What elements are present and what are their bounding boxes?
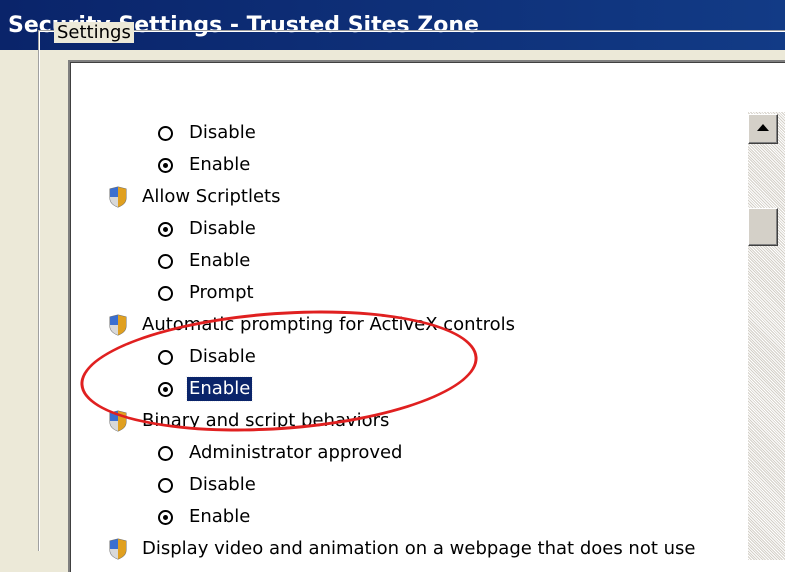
scroll-up-arrow-icon xyxy=(757,124,769,131)
security-shield-icon xyxy=(109,186,127,208)
radio-button-unchecked[interactable] xyxy=(158,125,173,141)
option-row-enable[interactable]: Enable xyxy=(158,246,252,276)
radio-button-unchecked[interactable] xyxy=(158,285,173,301)
option-label: Prompt xyxy=(189,282,254,303)
radio-button-checked[interactable] xyxy=(158,157,173,173)
category-label: Allow Scriptlets xyxy=(142,186,281,207)
settings-group-label: Settings xyxy=(54,22,134,43)
category-row-allow-scriptlets: Allow Scriptlets xyxy=(108,182,283,212)
option-row-disable[interactable]: Disable xyxy=(158,118,258,148)
option-row-prompt[interactable]: Prompt xyxy=(158,278,256,308)
option-row-disable[interactable]: Disable xyxy=(158,214,258,244)
option-label: Disable xyxy=(189,474,256,495)
radio-button-unchecked[interactable] xyxy=(158,253,173,269)
radio-button-unchecked[interactable] xyxy=(158,477,173,493)
radio-button-unchecked[interactable] xyxy=(158,445,173,461)
settings-tree-list[interactable]: Disable Enable Allow Scriptlets Disable … xyxy=(68,60,785,572)
option-label: Enable xyxy=(189,154,251,175)
scroll-up-button[interactable] xyxy=(748,114,778,144)
radio-button-checked[interactable] xyxy=(158,509,173,525)
scrollbar-thumb[interactable] xyxy=(748,208,778,246)
option-row-disable[interactable]: Disable xyxy=(158,342,258,372)
category-label: Automatic prompting for ActiveX controls xyxy=(142,314,516,335)
option-label-selected: Enable xyxy=(185,376,254,402)
option-label: Disable xyxy=(189,218,256,239)
option-row-disable[interactable]: Disable xyxy=(158,470,258,500)
vertical-scrollbar[interactable] xyxy=(748,112,785,560)
option-row-enable[interactable]: Enable xyxy=(158,502,252,532)
category-row-activex-prompting: Automatic prompting for ActiveX controls xyxy=(108,310,517,340)
option-label: Disable xyxy=(189,122,256,143)
option-label: Enable xyxy=(189,250,251,271)
category-row-binary-script-behaviors: Binary and script behaviors xyxy=(108,406,391,436)
option-row-enable[interactable]: Enable xyxy=(158,150,252,180)
radio-button-checked[interactable] xyxy=(158,221,173,237)
category-label: Binary and script behaviors xyxy=(142,410,390,431)
security-shield-icon xyxy=(109,314,127,336)
option-label: Disable xyxy=(189,346,256,367)
category-label: Display video and animation on a webpage… xyxy=(142,538,696,559)
security-shield-icon xyxy=(109,410,127,432)
option-label: Administrator approved xyxy=(189,442,403,463)
radio-button-unchecked[interactable] xyxy=(158,349,173,365)
option-row-administrator-approved[interactable]: Administrator approved xyxy=(158,438,404,468)
radio-button-checked[interactable] xyxy=(158,381,173,397)
security-shield-icon xyxy=(109,538,127,560)
option-label: Enable xyxy=(189,506,251,527)
option-row-enable-selected[interactable]: Enable xyxy=(158,374,254,404)
